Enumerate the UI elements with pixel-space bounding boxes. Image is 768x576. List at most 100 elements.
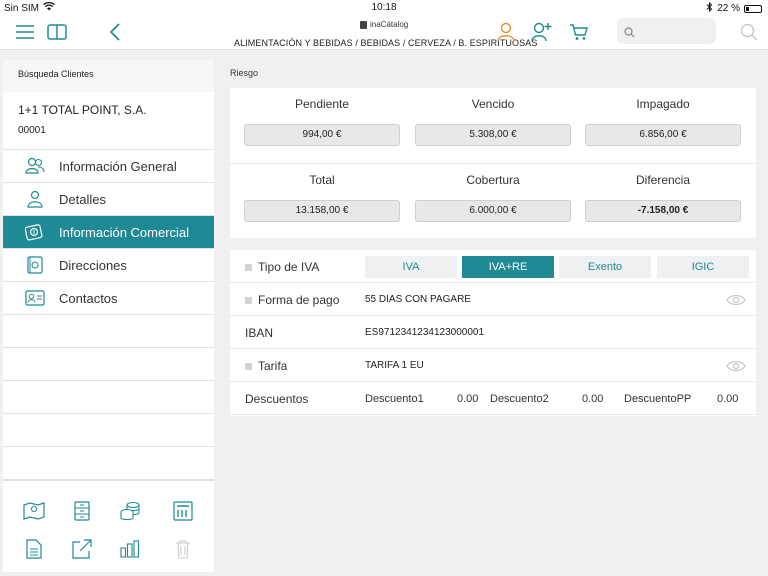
battery-icon [744, 4, 762, 13]
calculator-icon[interactable] [171, 499, 195, 523]
discount2-value: 0.00 [582, 393, 604, 405]
risk-value: 6.000,00 € [415, 200, 571, 222]
discounts-row: Descuentos Descuento1 0.00 Descuento2 0.… [230, 382, 756, 415]
add-user-icon[interactable] [530, 20, 554, 44]
bar-chart-icon[interactable] [118, 537, 142, 561]
risk-cobertura: Cobertura 6.000,00 € [415, 173, 571, 222]
risk-label: Cobertura [466, 173, 520, 187]
empty-row [3, 381, 214, 414]
client-card: 1+1 TOTAL POINT, S.A. 00001 [3, 92, 214, 150]
discountpp-label: DescuentoPP [624, 393, 692, 405]
risk-total: Total 13.158,00 € [244, 173, 400, 222]
search-box[interactable] [617, 18, 716, 44]
sidebar-item-label: Información Comercial [59, 224, 190, 240]
coins-icon[interactable] [118, 499, 142, 523]
empty-row [3, 348, 214, 381]
sidebar-item-detalles[interactable]: Detalles [3, 183, 214, 216]
clock: 10:18 [371, 2, 397, 13]
divider [230, 163, 756, 164]
sidebar: Búsqueda Clientes 1+1 TOTAL POINT, S.A. … [3, 60, 214, 572]
risk-diferencia: Diferencia -7.158,00 € [585, 173, 741, 222]
nav-bar: inaCátalog ALIMENTACIÓN Y BEBIDAS / BEBI… [0, 14, 768, 50]
status-bar: Sin SIM 10:18 22 % [0, 0, 768, 14]
brand-logo: inaCátalog [360, 20, 408, 29]
sidebar-item-informacion-general[interactable]: Información General [3, 150, 214, 183]
cart-icon[interactable] [567, 20, 591, 44]
battery-percent: 22 % [717, 3, 740, 14]
empty-row [3, 414, 214, 447]
iva-option-igic[interactable]: IGIC [657, 256, 749, 278]
bullet [245, 296, 252, 304]
payment-row[interactable]: Forma de pago 55 DIAS CON PAGARE [230, 283, 756, 316]
users-icon [25, 156, 45, 176]
section-title-riesgo: Riesgo [230, 68, 259, 78]
risk-value: 13.158,00 € [244, 200, 400, 222]
sidebar-item-label: Contactos [59, 290, 118, 306]
search-clients-link[interactable]: Búsqueda Clientes [3, 60, 214, 92]
risk-value: 6.856,00 € [585, 124, 741, 146]
tariff-value: TARIFA 1 EU [365, 360, 424, 371]
discount2-label: Descuento2 [490, 393, 549, 405]
iva-row: Tipo de IVA IVA IVA+RE Exento IGIC [230, 250, 756, 283]
external-link-icon[interactable] [70, 537, 94, 561]
commercial-details: Tipo de IVA IVA IVA+RE Exento IGIC Forma… [230, 250, 756, 416]
search-icon [624, 25, 635, 43]
client-name: 1+1 TOTAL POINT, S.A. [18, 103, 147, 117]
risk-value: -7.158,00 € [585, 200, 741, 222]
address-icon [25, 255, 45, 275]
eye-icon[interactable] [726, 293, 746, 311]
global-search-icon[interactable] [737, 20, 761, 44]
risk-pendiente: Pendiente 994,00 € [244, 97, 400, 146]
risk-value: 5.308,00 € [415, 124, 571, 146]
sidebar-item-label: Direcciones [59, 257, 127, 273]
discountpp-value: 0.00 [717, 393, 739, 405]
breadcrumb[interactable]: ALIMENTACIÓN Y BEBIDAS / BEBIDAS / CERVE… [234, 38, 537, 48]
bullet [245, 263, 252, 271]
archive-icon[interactable] [70, 499, 94, 523]
document-icon[interactable] [22, 537, 46, 561]
sidebar-item-label: Información General [59, 158, 177, 174]
user-icon [25, 189, 45, 209]
iva-option-iva[interactable]: IVA [365, 256, 457, 278]
iva-option-exento[interactable]: Exento [559, 256, 651, 278]
bottom-toolbar [3, 480, 214, 572]
risk-label: Vencido [471, 97, 515, 111]
split-view-icon[interactable] [45, 20, 69, 44]
discounts-label: Descuentos [245, 392, 309, 406]
menu-icon[interactable] [13, 20, 37, 44]
risk-vencido: Vencido 5.308,00 € [415, 97, 571, 146]
bullet [245, 362, 252, 370]
commercial-icon [25, 222, 45, 242]
risk-label: Impagado [636, 97, 690, 111]
iva-label: Tipo de IVA [258, 260, 320, 274]
payment-value: 55 DIAS CON PAGARE [365, 294, 471, 305]
discount1-value: 0.00 [457, 393, 479, 405]
risk-label: Diferencia [635, 173, 691, 187]
empty-row [3, 447, 214, 480]
trash-icon [171, 537, 195, 561]
discount1-label: Descuento1 [365, 393, 424, 405]
sidebar-item-label: Detalles [59, 191, 106, 207]
iban-value: ES9712341234123000001 [365, 327, 485, 338]
risk-value: 994,00 € [244, 124, 400, 146]
contact-card-icon [25, 288, 45, 308]
map-icon[interactable] [22, 499, 46, 523]
sidebar-item-informacion-comercial[interactable]: Información Comercial [3, 216, 214, 249]
iban-label: IBAN [245, 326, 274, 340]
payment-label: Forma de pago [258, 293, 340, 307]
brand-mark-icon [360, 20, 367, 29]
iban-row: IBAN ES9712341234123000001 [230, 316, 756, 349]
sidebar-item-contactos[interactable]: Contactos [3, 282, 214, 315]
sidebar-item-direcciones[interactable]: Direcciones [3, 249, 214, 282]
tariff-label: Tarifa [258, 359, 288, 373]
back-icon[interactable] [103, 20, 127, 44]
iva-option-iva-re[interactable]: IVA+RE [462, 256, 554, 278]
empty-row [3, 315, 214, 348]
eye-icon[interactable] [726, 359, 746, 377]
client-code: 00001 [18, 125, 46, 136]
risk-card: Pendiente 994,00 € Vencido 5.308,00 € Im… [230, 88, 756, 238]
risk-label: Pendiente [294, 97, 350, 111]
client-user-icon[interactable] [494, 20, 518, 44]
tariff-row[interactable]: Tarifa TARIFA 1 EU [230, 349, 756, 382]
brand-name: inaCátalog [370, 20, 409, 29]
